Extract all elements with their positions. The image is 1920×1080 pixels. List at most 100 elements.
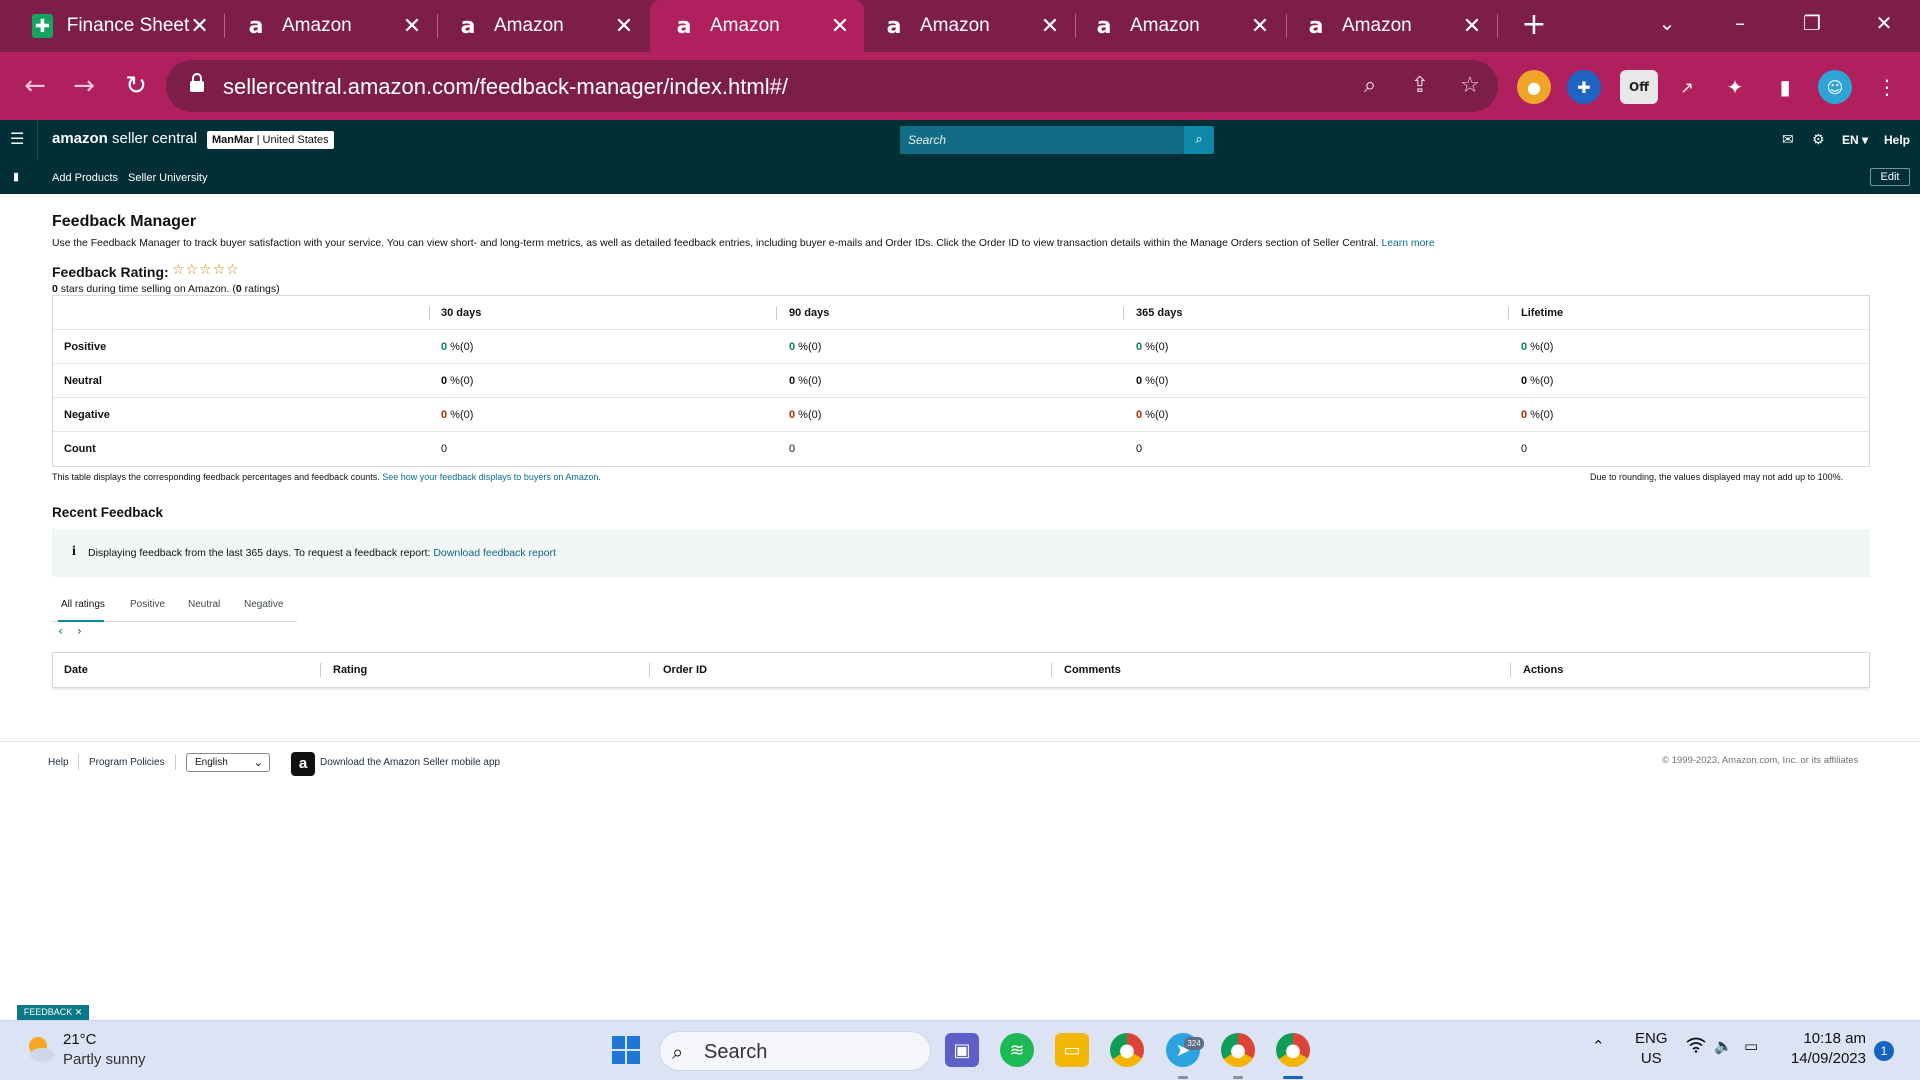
tab-amazon-1[interactable]: a Amazon ✕ [212,0,436,52]
column-rating[interactable]: Rating [333,653,367,687]
new-tab-button[interactable]: + [1516,8,1552,44]
close-tab-icon[interactable]: ✕ [400,14,424,39]
teams-chat-icon[interactable]: ▣ [945,1033,979,1067]
rating-summary-text: stars during time selling on Amazon. ( [57,283,236,295]
wifi-icon[interactable] [1686,1037,1706,1057]
tab-positive[interactable]: Positive [130,599,165,610]
column-order-id[interactable]: Order ID [663,653,707,687]
seller-university-link[interactable]: Seller University [128,172,207,184]
back-button[interactable]: ← [15,66,55,106]
close-tab-icon[interactable]: ✕ [612,14,636,39]
volume-icon[interactable]: 🔈 [1714,1037,1733,1055]
chrome-icon[interactable]: ● [1110,1033,1144,1067]
close-tab-icon[interactable]: ✕ [1248,14,1272,39]
page-title: Feedback Manager [52,213,197,230]
tab-all-ratings[interactable]: All ratings [61,599,105,610]
help-link[interactable]: Help [1884,131,1910,149]
close-tab-icon[interactable]: ✕ [828,14,852,39]
tab-negative[interactable]: Negative [244,599,283,610]
mail-icon[interactable]: ✉ [1782,130,1794,150]
edit-button[interactable]: Edit [1870,168,1910,186]
neutral-365-days: 0 %(0) [1136,364,1168,398]
learn-more-link[interactable]: Learn more [1381,238,1434,249]
hamburger-menu-icon[interactable]: ☰ [10,130,28,150]
tab-finance-sheet[interactable]: ✚ Finance Sheet ✕ [0,0,222,52]
feedback-rating-label: Feedback Rating: [52,264,169,280]
address-bar[interactable]: sellercentral.amazon.com/feedback-manage… [166,60,1498,112]
neutral-30-days: 0 %(0) [441,364,473,398]
side-panel-icon[interactable]: ▮ [1768,70,1802,104]
extension-badge: Off [1629,80,1649,94]
recent-feedback-title: Recent Feedback [52,505,164,520]
chrome-extension-icon[interactable]: ● [1517,70,1551,104]
settings-gear-icon[interactable]: ⚙ [1812,130,1825,150]
seller-central-logo[interactable]: amazon seller central [52,130,197,147]
add-products-link[interactable]: Add Products [52,172,118,184]
tab-amazon-active[interactable]: a Amazon ✕ [650,0,864,52]
count-30-days: 0 [441,443,448,455]
lock-icon[interactable] [184,73,210,99]
download-report-link[interactable]: Download feedback report [433,547,556,559]
weather-temperature[interactable]: 21°C [63,1031,97,1048]
weather-description[interactable]: Partly sunny [63,1051,146,1068]
minimize-button[interactable]: – [1704,0,1776,48]
notification-badge[interactable]: 1 [1874,1041,1894,1061]
language-menu[interactable]: EN ▾ [1842,131,1868,149]
neutral-90-days: 0 %(0) [789,364,821,398]
url-text[interactable]: sellercentral.amazon.com/feedback-manage… [223,74,788,100]
taskbar-search-box[interactable]: ⌕ Search [659,1031,931,1071]
program-policies-link[interactable]: Program Policies [89,757,165,768]
browser-tab-bar: ✚ Finance Sheet ✕ a Amazon ✕ a Amazon ✕ … [0,0,1920,52]
close-window-button[interactable]: ✕ [1848,0,1920,48]
file-explorer-icon[interactable]: ▭ [1055,1033,1089,1067]
forward-button[interactable]: → [64,66,104,106]
close-tab-icon[interactable]: ✕ [1460,14,1484,39]
next-page-icon[interactable]: › [77,624,82,638]
tab-amazon-4[interactable]: a Amazon ✕ [856,0,1074,52]
tab-amazon-5[interactable]: a Amazon ✕ [1064,0,1284,52]
column-divider [649,663,650,677]
search-button[interactable]: ⌕ [1184,126,1214,154]
toggle-extension-icon[interactable]: Off [1620,70,1658,104]
windows-start-icon[interactable] [609,1033,643,1067]
profile-avatar[interactable]: ☺ [1818,70,1852,104]
footer-language-select[interactable]: English ⌄ [186,753,270,772]
feedback-display-link[interactable]: See how your feedback displays to buyers… [382,472,601,482]
bookmark-star-icon[interactable]: ☆ [1454,70,1486,102]
mobile-app-link[interactable]: Download the Amazon Seller mobile app [320,757,500,768]
close-tab-icon[interactable]: ✕ [1038,14,1062,39]
account-switcher[interactable]: ManMar | United States [207,131,334,149]
chrome-active-icon[interactable]: ● [1276,1033,1310,1067]
column-divider [1510,663,1511,677]
tab-search-chevron-icon[interactable]: ⌄ [1632,0,1702,48]
row-label-negative: Negative [64,409,110,421]
footer-help-link[interactable]: Help [48,757,69,768]
partly-sunny-icon[interactable] [23,1032,57,1066]
previous-page-icon[interactable]: ‹ [58,624,63,638]
spotify-icon[interactable]: ≋ [1000,1033,1034,1067]
amazon-app-icon[interactable]: a [291,752,315,776]
input-language-indicator[interactable]: ENG US [1635,1029,1668,1069]
puzzle-extensions-icon[interactable]: ✦ [1718,70,1752,104]
close-tab-icon[interactable]: ✕ [189,14,210,39]
show-hidden-icons-chevron[interactable]: ⌃ [1592,1037,1605,1055]
column-comments[interactable]: Comments [1064,653,1121,687]
seller-search-input[interactable]: Search [900,126,1184,154]
tab-amazon-6[interactable]: a Amazon ✕ [1274,0,1496,52]
cursor-extension-icon[interactable]: ↗ [1670,70,1704,104]
browser-menu-icon[interactable]: ⋮ [1870,70,1904,104]
zoom-icon[interactable]: ⌕ [1354,70,1386,102]
tab-title: Amazon [494,15,564,36]
restore-button[interactable]: ❐ [1776,0,1848,48]
battery-icon[interactable]: ▭ [1744,1037,1758,1055]
system-clock[interactable]: 10:18 am 14/09/2023 [1786,1029,1866,1069]
column-date[interactable]: Date [64,653,88,687]
tab-amazon-2[interactable]: a Amazon ✕ [424,0,648,52]
medical-cross-extension-icon[interactable]: ✚ [1567,70,1601,104]
tab-neutral[interactable]: Neutral [188,599,220,610]
share-icon[interactable]: ⇪ [1404,70,1436,102]
feedback-tab-button[interactable]: FEEDBACK ✕ [17,1005,89,1020]
reload-button[interactable]: ↻ [116,66,156,106]
bookmark-icon[interactable]: ▮ [13,170,19,183]
chrome-profile-icon[interactable]: ● [1221,1033,1255,1067]
